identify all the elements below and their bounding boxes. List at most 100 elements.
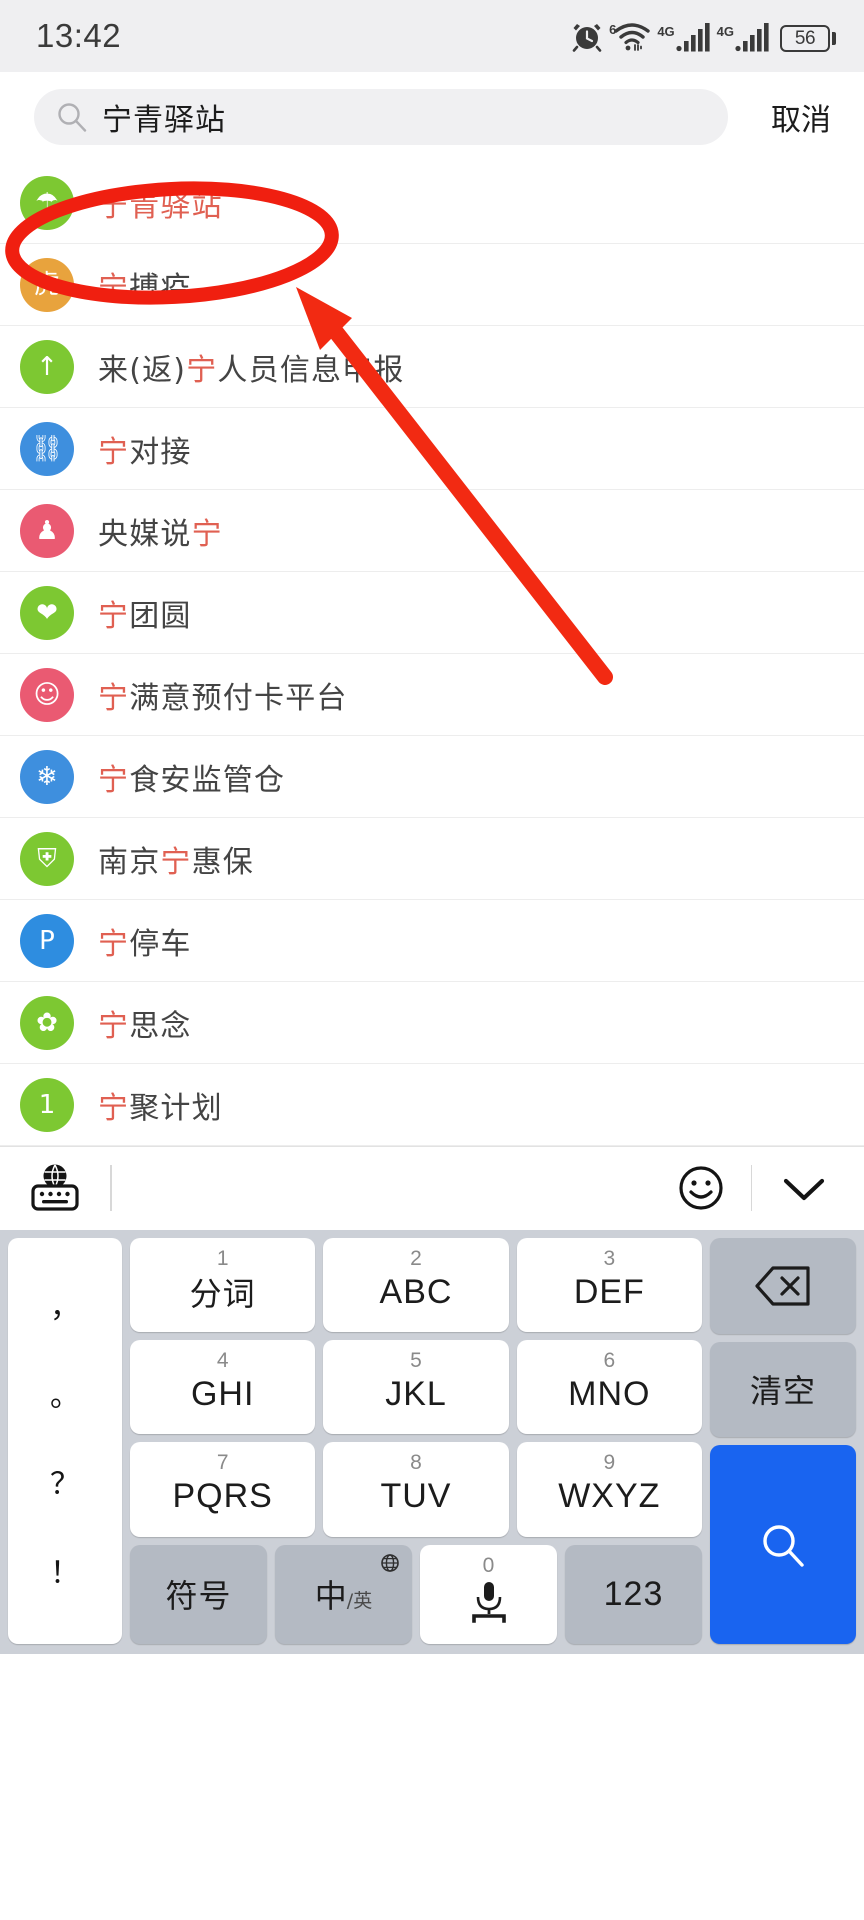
phone-screen: 13:42 6 4G 4G 56 宁青驿站 取消 ☂ 宁青驿站 虎 宁搏疫 ↑ … — [0, 0, 864, 1920]
key-number-label: 5 — [410, 1349, 422, 1373]
toolbar-divider-left — [110, 1165, 112, 1211]
language-switch-key[interactable]: 中 /英 — [275, 1544, 412, 1644]
search-result-label: 南京宁惠保 — [98, 845, 255, 880]
ning-tuanyuan-icon: ❤ — [20, 586, 74, 640]
space-key[interactable]: 0 — [420, 1544, 557, 1644]
keypad-key-9[interactable]: 9 WXYZ — [516, 1442, 702, 1537]
ning-duijie-icon: ⛓ — [20, 422, 74, 476]
key-main-label: ABC — [379, 1272, 453, 1311]
keypad-key-6[interactable]: 6 MNO — [516, 1340, 702, 1435]
keyboard-right-column: 清空 — [710, 1238, 856, 1645]
toolbar-divider-right — [750, 1165, 752, 1211]
language-key-main: 中 — [314, 1577, 347, 1616]
search-result-row[interactable]: 虎宁搏疫 — [0, 244, 864, 326]
search-result-row[interactable]: 1 宁聚计划 — [0, 1064, 864, 1146]
punctuation-char: ， — [50, 1290, 80, 1326]
ning-manyi-card-icon: ☺ — [20, 668, 74, 722]
globe-keyboard-icon[interactable] — [26, 1162, 84, 1214]
punctuation-key-column: ， 。 ？ ！ — [8, 1238, 122, 1644]
wifi-icon-group: 6 — [609, 20, 651, 52]
punctuation-key[interactable]: ， 。 ？ ！ — [8, 1238, 122, 1644]
symbol-key[interactable]: 符号 — [130, 1544, 267, 1644]
wifi-icon — [614, 23, 651, 51]
keypad-key-3[interactable]: 3 DEF — [516, 1238, 702, 1333]
search-bar: 宁青驿站 取消 — [0, 72, 864, 162]
keyboard-toolbar — [0, 1146, 864, 1230]
keypad-key-1[interactable]: 1 分词 — [130, 1238, 316, 1333]
signal-2-label: 4G — [716, 24, 734, 39]
search-submit-key[interactable] — [710, 1445, 856, 1645]
ning-shian-icon: ❄ — [20, 750, 74, 804]
key-main-label: PQRS — [172, 1476, 273, 1515]
punctuation-char: 。 — [50, 1378, 80, 1414]
search-result-label: 宁聚计划 — [98, 1091, 223, 1126]
search-result-row[interactable]: ❤ 宁团圆 — [0, 572, 864, 654]
key-number-label: 7 — [216, 1451, 229, 1475]
key-main-label: DEF — [573, 1272, 645, 1311]
key-number-label: 8 — [410, 1451, 422, 1475]
search-result-label: 宁满意预付卡平台 — [98, 681, 348, 716]
key-number-label: 6 — [603, 1349, 616, 1373]
search-result-row[interactable]: P 宁停车 — [0, 900, 864, 982]
status-time: 13:42 — [36, 17, 122, 54]
search-input-value[interactable]: 宁青驿站 — [102, 95, 226, 139]
search-result-row[interactable]: ♟ 央媒说宁 — [0, 490, 864, 572]
status-bar: 13:42 6 4G 4G 56 — [0, 0, 864, 72]
keyboard-row: 4 GHI 5 JKL 6 MNO — [130, 1340, 702, 1435]
search-result-row[interactable]: ☂ 宁青驿站 — [0, 162, 864, 244]
keypad-key-7[interactable]: 7 PQRS — [130, 1442, 316, 1537]
search-result-row[interactable]: ❄ 宁食安监管仓 — [0, 736, 864, 818]
yangmei-shuo-ning-icon: ♟ — [20, 504, 74, 558]
search-result-label: 宁思念 — [98, 1009, 192, 1044]
clear-key[interactable]: 清空 — [710, 1341, 856, 1438]
search-result-row[interactable]: ⛨ 南京宁惠保 — [0, 818, 864, 900]
search-result-label: 来(返)宁人员信息申报 — [98, 353, 405, 388]
language-key-sub: /英 — [346, 1590, 373, 1613]
ningbo-yi-icon: 虎 — [20, 258, 74, 312]
keypad-key-4[interactable]: 4 GHI — [130, 1340, 316, 1435]
key-main-label: MNO — [568, 1374, 651, 1413]
signal-2-group: 4G — [717, 22, 769, 52]
keyboard-row: 7 PQRS 8 TUV 9 WXYZ — [130, 1442, 702, 1537]
key-main-label: WXYZ — [558, 1476, 661, 1515]
search-result-label: 宁青驿站 — [98, 189, 223, 224]
ningqing-yizhan-icon: ☂ — [20, 176, 74, 230]
search-icon — [58, 103, 87, 132]
chevron-down-icon[interactable] — [778, 1168, 830, 1208]
status-icons: 6 4G 4G 56 — [572, 20, 836, 52]
search-result-row[interactable]: ✿ 宁思念 — [0, 982, 864, 1064]
alarm-icon — [572, 24, 602, 52]
microphone-icon — [471, 1582, 506, 1624]
smiley-icon[interactable] — [677, 1164, 725, 1212]
search-result-row[interactable]: ⛓ 宁对接 — [0, 408, 864, 490]
search-results-list: ☂ 宁青驿站虎宁搏疫 ↑ 来(返)宁人员信息申报 ⛓ 宁对接 ♟ 央媒说宁 ❤ 宁团圆 ☺ 宁满意预付… — [0, 162, 864, 1146]
numeric-mode-key[interactable]: 123 — [565, 1544, 702, 1644]
key-number-label: 1 — [216, 1247, 229, 1270]
search-icon — [763, 1524, 804, 1567]
search-input-container[interactable]: 宁青驿站 — [34, 89, 728, 145]
search-result-row[interactable]: ☺ 宁满意预付卡平台 — [0, 654, 864, 736]
keyboard: ，。？！ 1 分词 2 ABC 3 DEF 4 GHI 5 JKL 6 MNO 7 PQRS 8 TUV 9 WX… — [0, 1230, 864, 1654]
key-main-label: TUV — [380, 1476, 452, 1515]
key-main-label: JKL — [385, 1374, 447, 1413]
search-result-row[interactable]: ↑ 来(返)宁人员信息申报 — [0, 326, 864, 408]
laifan-ning-declare-icon: ↑ — [20, 340, 74, 394]
backspace-key[interactable] — [710, 1238, 856, 1334]
signal-1-label: 4G — [657, 24, 675, 39]
search-result-label: 宁对接 — [98, 435, 192, 470]
cancel-button[interactable]: 取消 — [746, 95, 864, 139]
keypad-key-2[interactable]: 2 ABC — [323, 1238, 509, 1333]
ning-juijihua-icon: 1 — [20, 1078, 74, 1132]
keypad-key-5[interactable]: 5 JKL — [323, 1340, 509, 1435]
key-main-label: GHI — [190, 1374, 255, 1413]
key-number-label: 4 — [216, 1349, 229, 1373]
search-result-label: 央媒说宁 — [98, 517, 223, 552]
backspace-icon — [755, 1266, 810, 1306]
keypad-key-8[interactable]: 8 TUV — [323, 1442, 509, 1537]
signal-1-group: 4G — [657, 22, 710, 52]
keyboard-row: 1 分词 2 ABC 3 DEF — [130, 1238, 702, 1333]
key-number-label: 3 — [603, 1247, 616, 1270]
space-key-number: 0 — [482, 1553, 495, 1577]
punctuation-char: ！ — [50, 1555, 80, 1591]
keyboard-main-grid: 1 分词 2 ABC 3 DEF 4 GHI 5 JKL 6 MNO 7 PQRS 8 TUV 9 WXYZ 符号… — [130, 1238, 702, 1644]
